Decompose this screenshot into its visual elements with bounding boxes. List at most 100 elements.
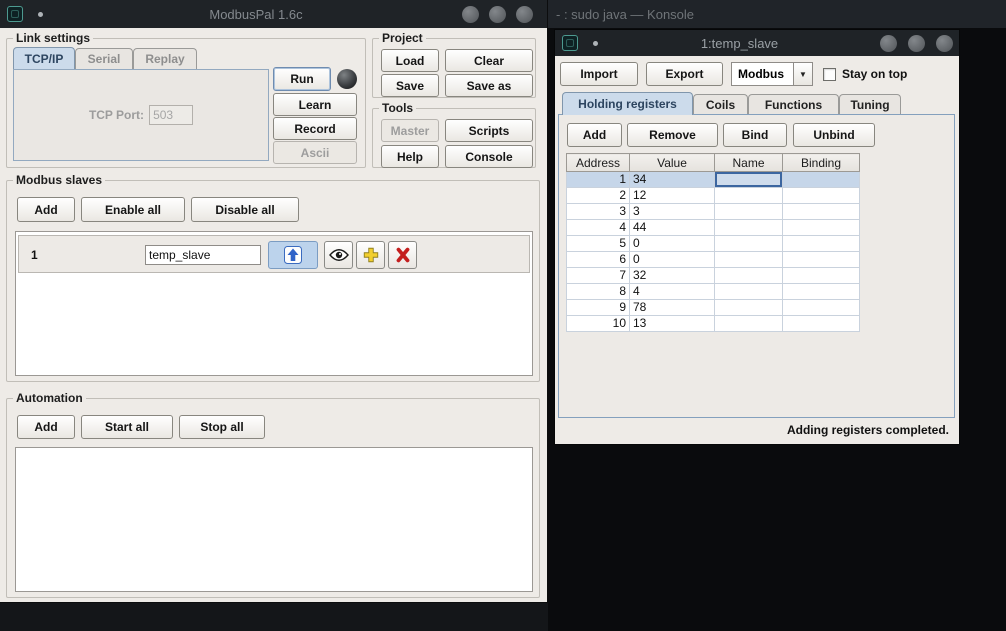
- register-row[interactable]: 5 0: [567, 236, 860, 252]
- minimize-button[interactable]: [462, 6, 479, 23]
- cell-address[interactable]: 4: [567, 220, 630, 236]
- cell-value[interactable]: 4: [630, 284, 715, 300]
- cell-value[interactable]: 32: [630, 268, 715, 284]
- show-slave-button[interactable]: [324, 241, 353, 269]
- minimize-button[interactable]: [880, 35, 897, 52]
- column-header-binding[interactable]: Binding: [783, 154, 860, 172]
- cell-name[interactable]: [715, 284, 783, 300]
- register-row[interactable]: 3 3: [567, 204, 860, 220]
- delete-slave-button[interactable]: [388, 241, 417, 269]
- cell-name[interactable]: [715, 172, 783, 188]
- register-row[interactable]: 9 78: [567, 300, 860, 316]
- cell-binding[interactable]: [783, 316, 860, 332]
- cell-value[interactable]: 12: [630, 188, 715, 204]
- cell-value[interactable]: 44: [630, 220, 715, 236]
- learn-button[interactable]: Learn: [273, 93, 357, 116]
- cell-binding[interactable]: [783, 284, 860, 300]
- modbus-combobox[interactable]: Modbus ▼: [731, 62, 813, 86]
- maximize-button[interactable]: [908, 35, 925, 52]
- cell-name[interactable]: [715, 204, 783, 220]
- register-row[interactable]: 2 12: [567, 188, 860, 204]
- remove-register-button[interactable]: Remove: [627, 123, 718, 147]
- cell-binding[interactable]: [783, 236, 860, 252]
- column-header-address[interactable]: Address: [567, 154, 630, 172]
- load-button[interactable]: Load: [381, 49, 439, 72]
- save-button[interactable]: Save: [381, 74, 439, 97]
- cell-binding[interactable]: [783, 172, 860, 188]
- register-row[interactable]: 8 4: [567, 284, 860, 300]
- add-register-button[interactable]: Add: [567, 123, 622, 147]
- cell-binding[interactable]: [783, 188, 860, 204]
- stay-on-top-checkbox[interactable]: [823, 68, 836, 81]
- close-button[interactable]: [936, 35, 953, 52]
- cell-name[interactable]: [715, 252, 783, 268]
- maximize-button[interactable]: [489, 6, 506, 23]
- register-row[interactable]: 10 13: [567, 316, 860, 332]
- tab-coils[interactable]: Coils: [693, 94, 748, 115]
- cell-name[interactable]: [715, 220, 783, 236]
- cell-binding[interactable]: [783, 252, 860, 268]
- slave-titlebar[interactable]: 1:temp_slave: [555, 30, 959, 56]
- bind-button[interactable]: Bind: [723, 123, 787, 147]
- start-all-button[interactable]: Start all: [81, 415, 173, 439]
- cell-binding[interactable]: [783, 268, 860, 284]
- tab-tuning[interactable]: Tuning: [839, 94, 901, 115]
- register-row[interactable]: 7 32: [567, 268, 860, 284]
- stop-all-button[interactable]: Stop all: [179, 415, 265, 439]
- tcp-port-input[interactable]: [149, 105, 193, 125]
- column-header-name[interactable]: Name: [715, 154, 783, 172]
- cell-value[interactable]: 3: [630, 204, 715, 220]
- tab-tcpip[interactable]: TCP/IP: [13, 47, 75, 69]
- disable-all-button[interactable]: Disable all: [191, 197, 299, 222]
- help-button[interactable]: Help: [381, 145, 439, 168]
- record-button[interactable]: Record: [273, 117, 357, 140]
- cell-address[interactable]: 1: [567, 172, 630, 188]
- console-button[interactable]: Console: [445, 145, 533, 168]
- cell-name[interactable]: [715, 300, 783, 316]
- enable-all-button[interactable]: Enable all: [81, 197, 185, 222]
- cell-value[interactable]: 0: [630, 252, 715, 268]
- enable-slave-button[interactable]: [268, 241, 318, 269]
- slave-name-input[interactable]: [145, 245, 261, 265]
- add-slave-button[interactable]: Add: [17, 197, 75, 222]
- register-row[interactable]: 4 44: [567, 220, 860, 236]
- cell-value[interactable]: 13: [630, 316, 715, 332]
- cell-address[interactable]: 8: [567, 284, 630, 300]
- tab-replay[interactable]: Replay: [133, 48, 197, 69]
- cell-address[interactable]: 6: [567, 252, 630, 268]
- cell-address[interactable]: 7: [567, 268, 630, 284]
- cell-address[interactable]: 5: [567, 236, 630, 252]
- cell-address[interactable]: 2: [567, 188, 630, 204]
- cell-value[interactable]: 78: [630, 300, 715, 316]
- run-button[interactable]: Run: [273, 67, 331, 91]
- registers-table[interactable]: Address Value Name Binding 1 34 2: [566, 153, 860, 332]
- tab-serial[interactable]: Serial: [75, 48, 133, 69]
- cell-binding[interactable]: [783, 204, 860, 220]
- cell-name[interactable]: [715, 268, 783, 284]
- scripts-button[interactable]: Scripts: [445, 119, 533, 142]
- add-automation-button[interactable]: Add: [17, 415, 75, 439]
- clear-button[interactable]: Clear: [445, 49, 533, 72]
- cell-address[interactable]: 3: [567, 204, 630, 220]
- register-row[interactable]: 1 34: [567, 172, 860, 188]
- close-button[interactable]: [516, 6, 533, 23]
- cell-value[interactable]: 0: [630, 236, 715, 252]
- tab-functions[interactable]: Functions: [748, 94, 839, 115]
- unbind-button[interactable]: Unbind: [793, 123, 875, 147]
- cell-address[interactable]: 10: [567, 316, 630, 332]
- save-as-button[interactable]: Save as: [445, 74, 533, 97]
- import-button[interactable]: Import: [560, 62, 638, 86]
- main-titlebar[interactable]: ModbusPal 1.6c: [0, 0, 547, 28]
- cell-name[interactable]: [715, 236, 783, 252]
- chevron-down-icon[interactable]: ▼: [793, 62, 813, 86]
- cell-name[interactable]: [715, 188, 783, 204]
- cell-value[interactable]: 34: [630, 172, 715, 188]
- cell-binding[interactable]: [783, 220, 860, 236]
- cell-address[interactable]: 9: [567, 300, 630, 316]
- master-button[interactable]: Master: [381, 119, 439, 142]
- tab-holding-registers[interactable]: Holding registers: [562, 92, 693, 115]
- ascii-button[interactable]: Ascii: [273, 141, 357, 164]
- register-row[interactable]: 6 0: [567, 252, 860, 268]
- export-button[interactable]: Export: [646, 62, 723, 86]
- column-header-value[interactable]: Value: [630, 154, 715, 172]
